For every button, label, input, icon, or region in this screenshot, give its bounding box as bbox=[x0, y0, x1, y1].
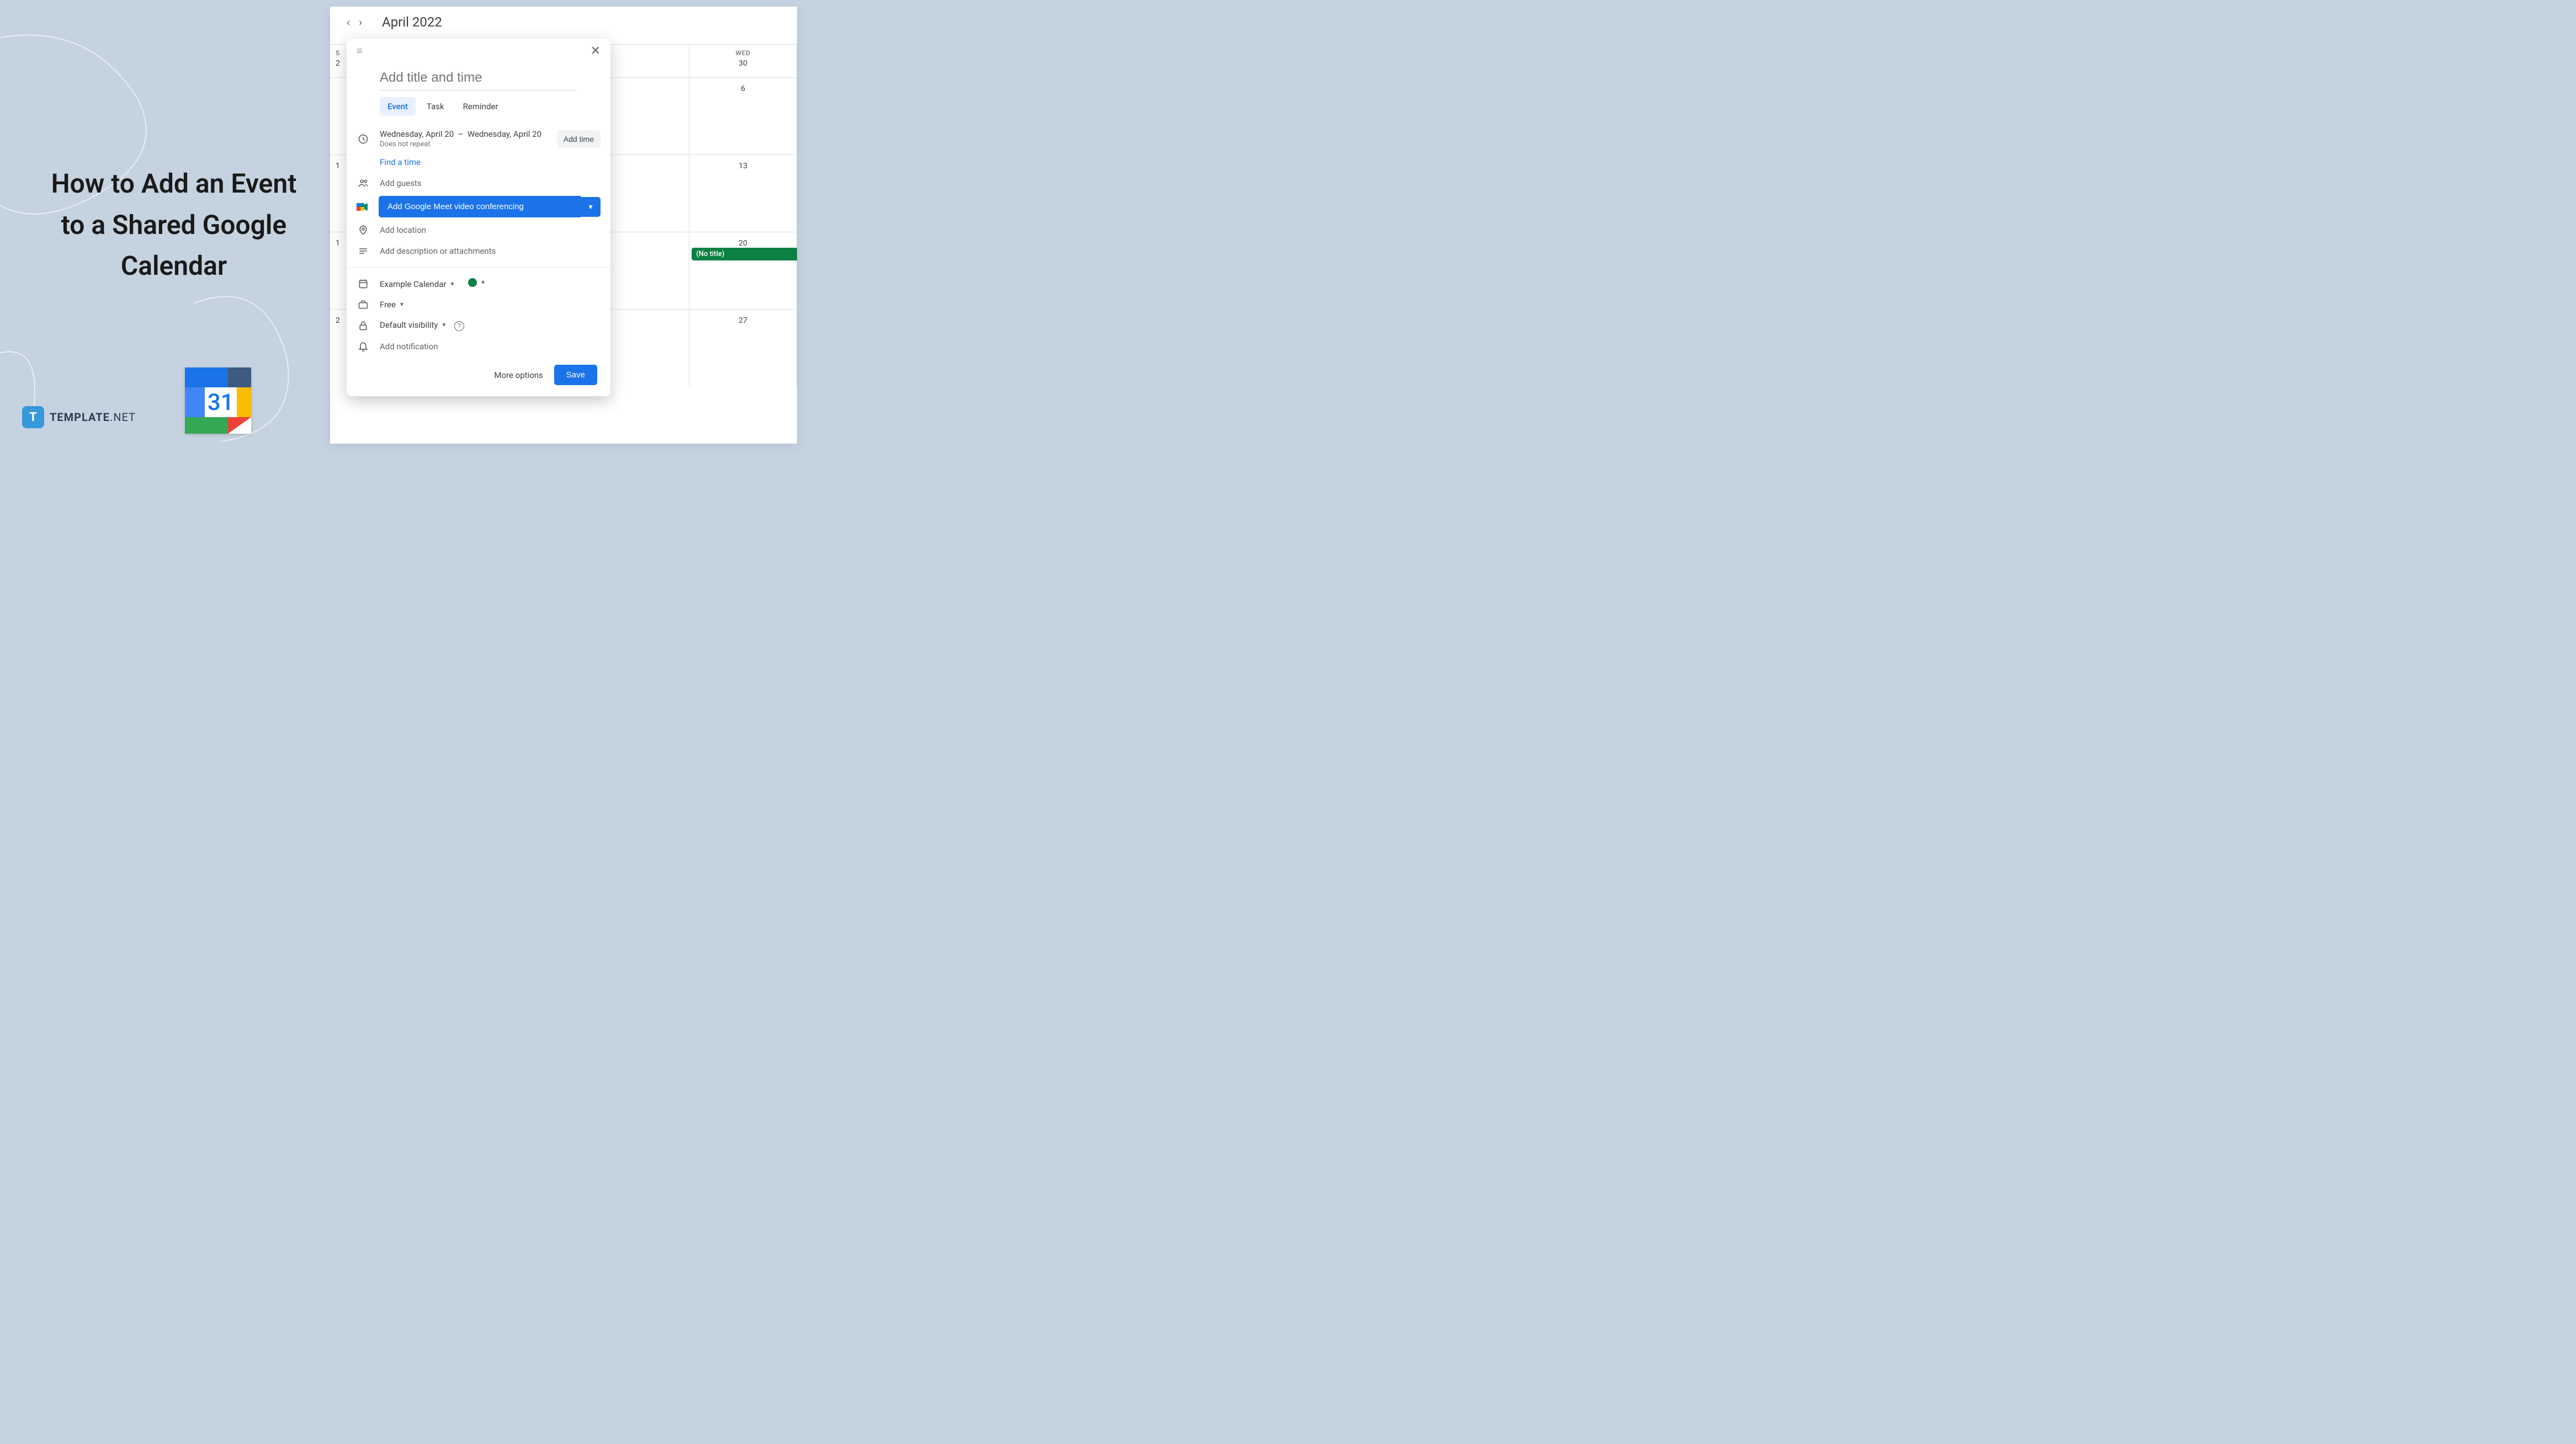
day-number: 27 bbox=[689, 316, 796, 325]
briefcase-icon bbox=[357, 299, 370, 310]
page-title: How to Add an Event to a Shared Google C… bbox=[39, 163, 309, 286]
google-meet-icon bbox=[357, 202, 369, 212]
add-notification-button[interactable]: Add notification bbox=[380, 342, 601, 351]
add-time-button[interactable]: Add time bbox=[557, 130, 601, 148]
tab-reminder[interactable]: Reminder bbox=[455, 97, 506, 116]
calendar-select[interactable]: Example Calendar▼ bbox=[380, 279, 455, 289]
date-end[interactable]: Wednesday, April 20 bbox=[468, 129, 541, 139]
month-label: April 2022 bbox=[382, 14, 442, 30]
template-net-logo: T TEMPLATE.NET bbox=[22, 406, 136, 428]
date-start[interactable]: Wednesday, April 20 bbox=[380, 129, 454, 139]
day-number: 20 bbox=[689, 239, 796, 248]
description-icon bbox=[357, 246, 370, 257]
day-number: 13 bbox=[689, 162, 796, 170]
event-dialog: ≡ ✕ Event Task Reminder Wednesday, April… bbox=[347, 39, 610, 396]
prev-month-button[interactable]: ‹ bbox=[347, 15, 350, 29]
clock-icon bbox=[357, 134, 370, 145]
find-time-link[interactable]: Find a time bbox=[380, 157, 421, 167]
next-month-button[interactable]: › bbox=[359, 15, 362, 29]
visibility-select[interactable]: Default visibility▼ bbox=[380, 320, 447, 330]
lock-icon bbox=[357, 320, 370, 331]
event-chip[interactable]: (No title) bbox=[692, 248, 797, 260]
repeat-text: Does not repeat bbox=[380, 140, 547, 148]
save-button[interactable]: Save bbox=[554, 365, 597, 385]
logo-badge: T bbox=[22, 406, 44, 428]
event-title-input[interactable] bbox=[380, 66, 577, 90]
calendar-icon bbox=[357, 278, 370, 289]
availability-select[interactable]: Free▼ bbox=[380, 300, 405, 310]
bell-icon bbox=[357, 341, 370, 352]
google-calendar-icon: 31 bbox=[185, 367, 251, 434]
more-options-button[interactable]: More options bbox=[494, 370, 543, 380]
tab-event[interactable]: Event bbox=[380, 97, 416, 116]
meet-dropdown-button[interactable]: ▼ bbox=[581, 197, 601, 217]
help-icon[interactable]: ? bbox=[454, 321, 464, 331]
calendar-app: ‹ › April 2022 S 2 WED 30 6 1 13 1 bbox=[330, 7, 797, 444]
color-select[interactable]: ▼ bbox=[457, 278, 486, 287]
day-header: WED bbox=[689, 49, 796, 57]
logo-suffix: .NET bbox=[110, 411, 136, 424]
close-icon[interactable]: ✕ bbox=[591, 44, 601, 58]
add-guests-field[interactable]: Add guests bbox=[380, 178, 601, 188]
day-number: 6 bbox=[689, 84, 796, 93]
tab-task[interactable]: Task bbox=[419, 97, 452, 116]
day-number: 30 bbox=[689, 59, 796, 68]
color-dot-icon bbox=[468, 278, 477, 287]
add-location-field[interactable]: Add location bbox=[380, 225, 601, 235]
add-description-field[interactable]: Add description or attachments bbox=[380, 246, 601, 256]
people-icon bbox=[357, 178, 370, 189]
add-meet-button[interactable]: Add Google Meet video conferencing bbox=[379, 196, 581, 217]
location-icon bbox=[357, 225, 370, 236]
logo-text: TEMPLATE bbox=[50, 411, 110, 424]
drag-handle-icon[interactable]: ≡ bbox=[357, 45, 362, 57]
